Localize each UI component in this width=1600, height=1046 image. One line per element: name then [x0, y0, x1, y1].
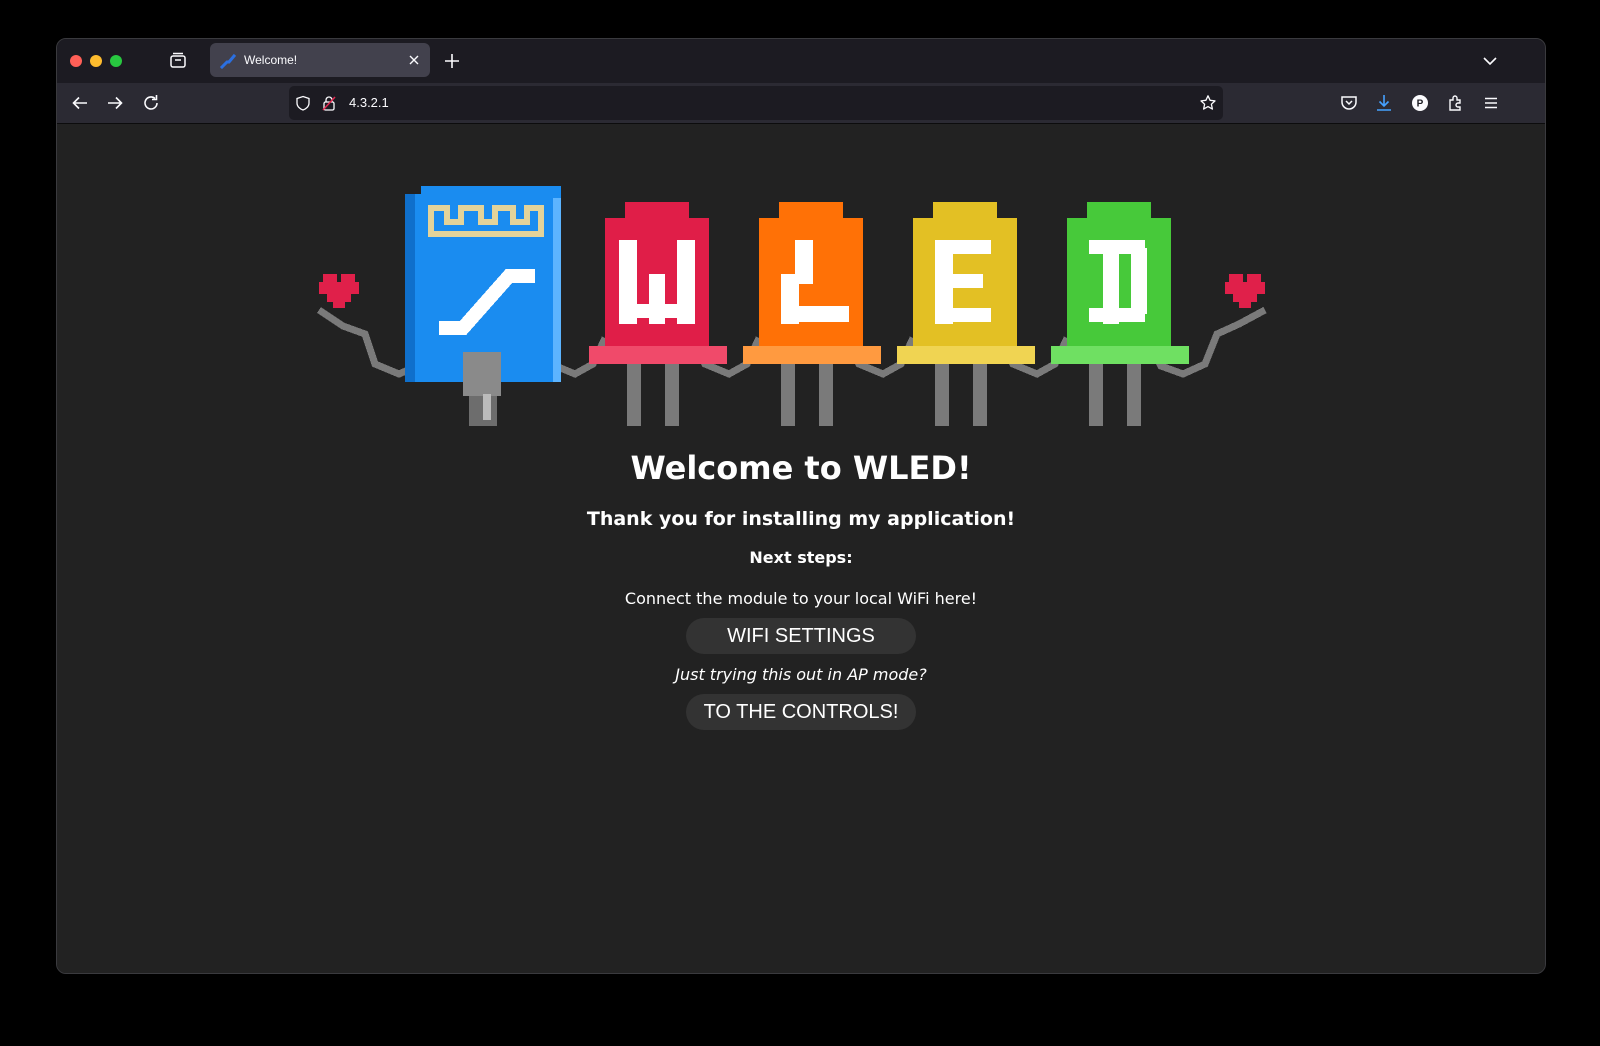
shield-icon[interactable] [295, 95, 311, 111]
led-w-graphic [589, 202, 727, 426]
plus-icon[interactable] [441, 50, 463, 72]
browser-window: Welcome! 4.3.2.1 P Welcome to WLED! Than… [56, 38, 1546, 974]
account-icon[interactable]: P [1409, 92, 1431, 114]
heart-icon [319, 274, 359, 308]
wled-pixel-logo [313, 158, 1289, 430]
tab-list-icon[interactable] [167, 50, 189, 72]
page-content: Welcome to WLED! Thank you for installin… [57, 124, 1545, 973]
next-steps-heading: Next steps: [749, 548, 853, 567]
reload-icon[interactable] [140, 92, 162, 114]
tab-bar: Welcome! [57, 39, 1545, 83]
star-icon[interactable] [1199, 94, 1217, 112]
led-l-graphic [743, 202, 881, 426]
download-icon[interactable] [1373, 92, 1395, 114]
svg-text:P: P [1417, 99, 1424, 110]
maximize-window-button[interactable] [110, 55, 122, 67]
chip-graphic [405, 186, 561, 426]
heart-icon [1225, 274, 1265, 308]
wled-icon [220, 53, 236, 69]
hamburger-menu-icon[interactable] [1480, 92, 1502, 114]
thanks-text: Thank you for installing my application! [586, 508, 1016, 530]
lock-icon[interactable] [321, 95, 337, 111]
back-arrow-icon[interactable] [69, 92, 91, 114]
close-window-button[interactable] [70, 55, 82, 67]
connect-instructions: Connect the module to your local WiFi he… [624, 589, 978, 608]
extensions-icon[interactable] [1445, 92, 1467, 114]
to-the-controls-button[interactable]: TO THE CONTROLS! [686, 694, 916, 730]
led-d-graphic [1051, 202, 1189, 426]
active-tab[interactable]: Welcome! [210, 43, 430, 77]
close-tab-icon[interactable] [406, 52, 422, 68]
ap-mode-text: Just trying this out in AP mode? [675, 665, 927, 684]
wifi-settings-button[interactable]: WIFI SETTINGS [686, 618, 916, 654]
minimize-window-button[interactable] [90, 55, 102, 67]
url-text[interactable]: 4.3.2.1 [349, 95, 389, 111]
led-e-graphic [897, 202, 1035, 426]
page-title: Welcome to WLED! [630, 449, 972, 487]
navigation-toolbar: 4.3.2.1 P [57, 83, 1545, 124]
chevron-down-icon[interactable] [1479, 50, 1501, 72]
pocket-icon[interactable] [1338, 92, 1360, 114]
tab-title: Welcome! [244, 53, 298, 67]
url-bar[interactable]: 4.3.2.1 [289, 86, 1223, 120]
forward-arrow-icon[interactable] [104, 92, 126, 114]
